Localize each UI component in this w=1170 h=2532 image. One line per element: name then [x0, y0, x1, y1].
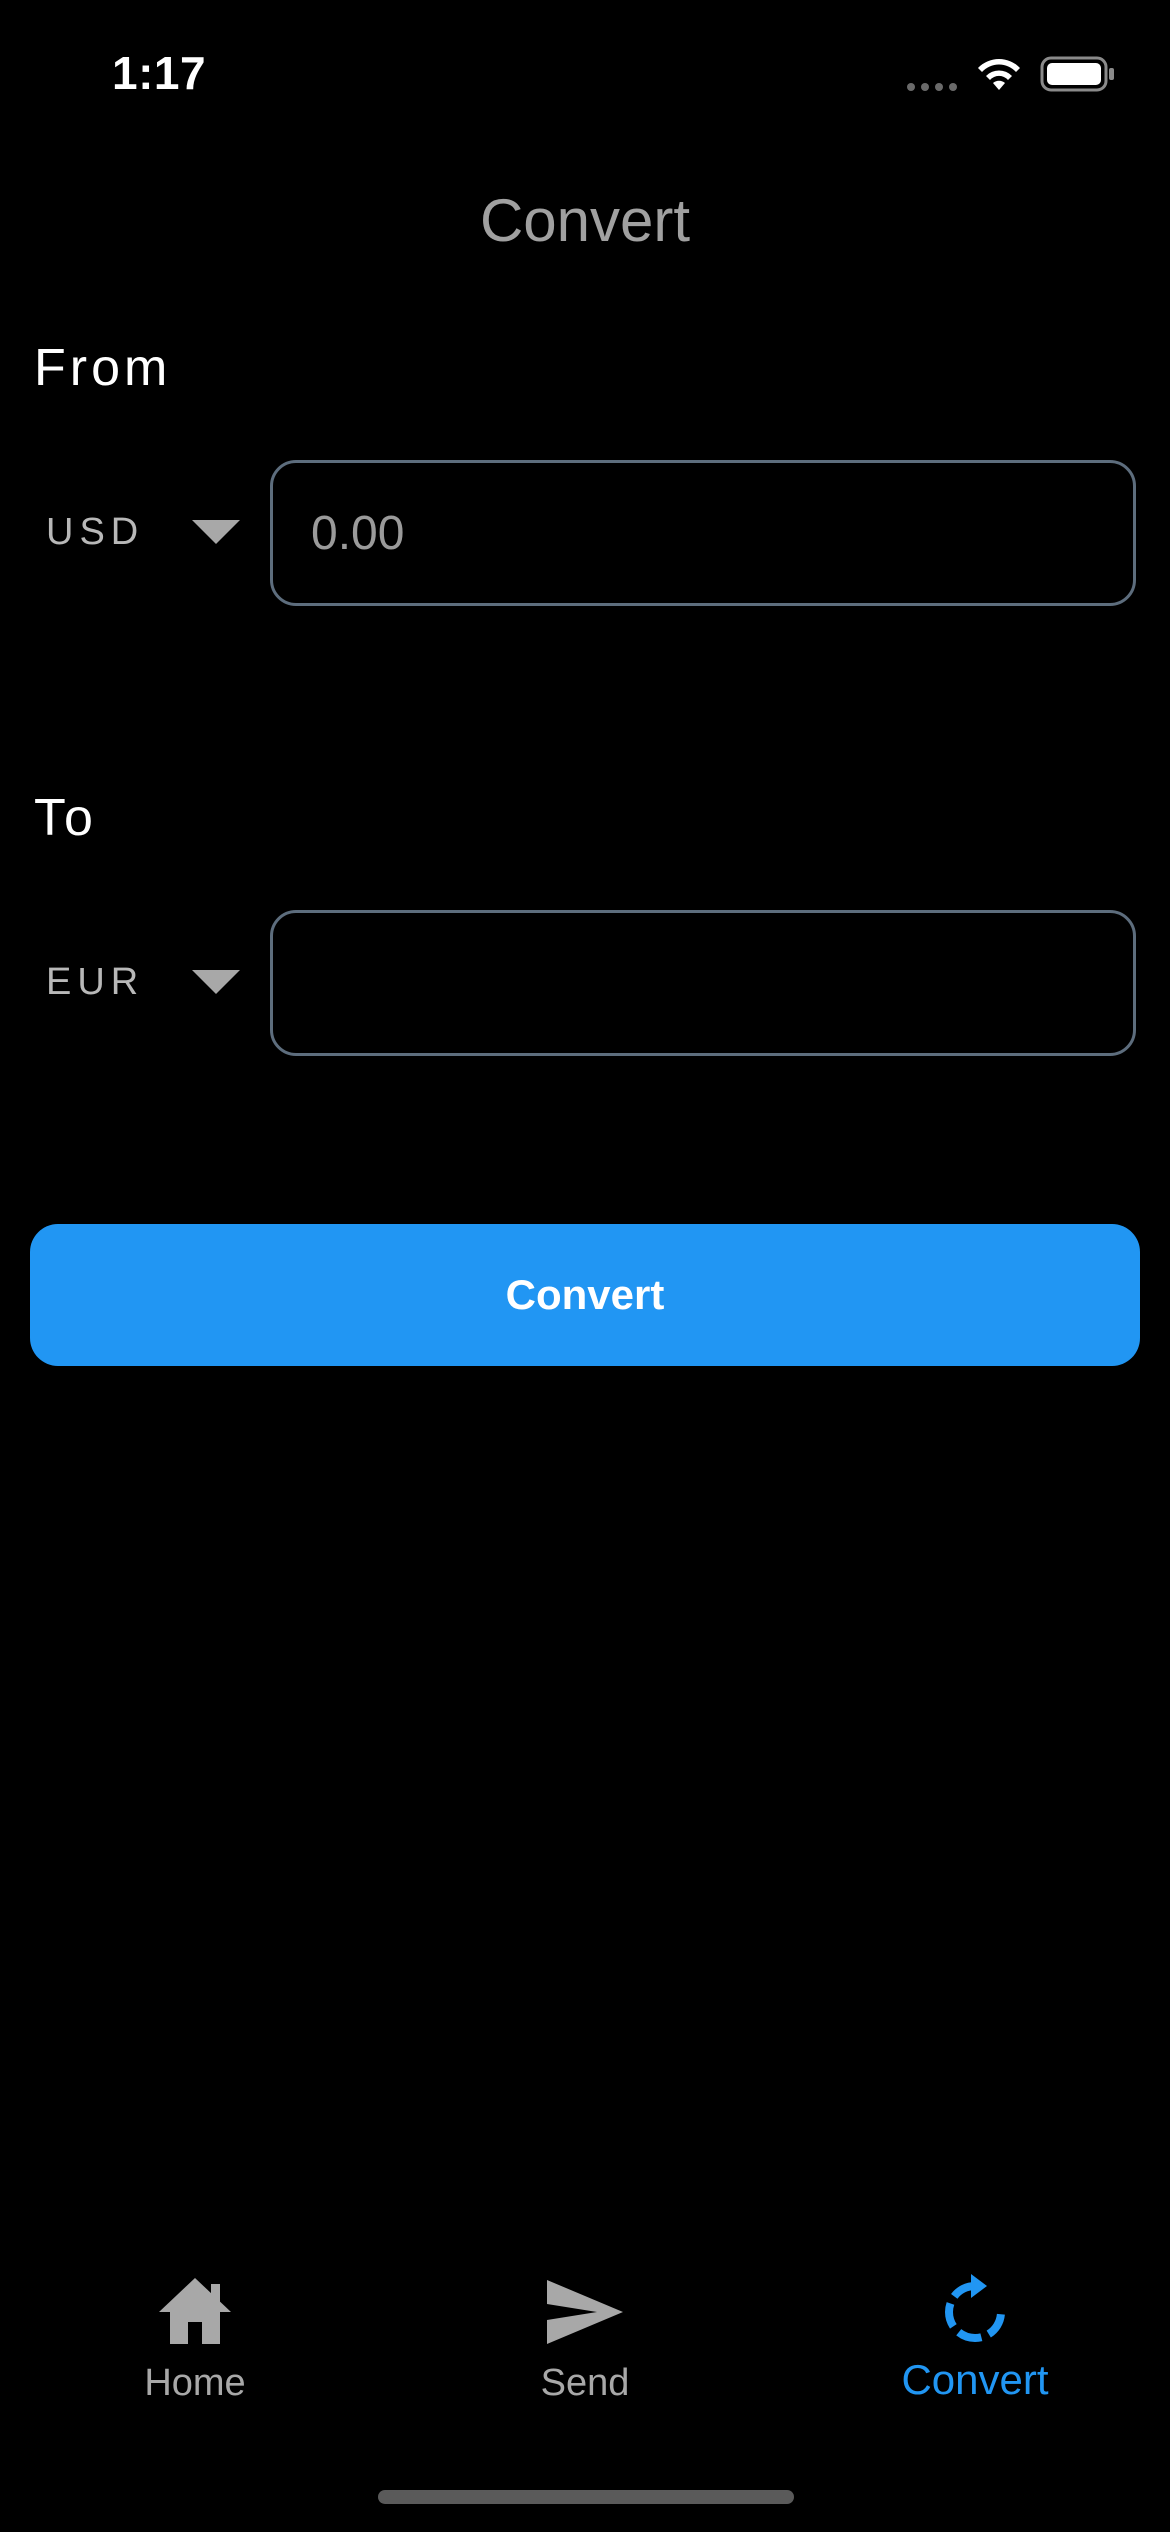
chevron-down-icon — [192, 520, 240, 544]
from-currency-dropdown[interactable]: USD — [30, 482, 250, 582]
from-label: From — [34, 339, 172, 397]
wifi-icon — [978, 59, 1020, 90]
status-bar: 1:17 — [0, 0, 1170, 150]
home-indicator[interactable] — [378, 2490, 794, 2504]
tab-label: Home — [144, 2362, 246, 2404]
home-icon — [159, 2278, 231, 2344]
send-icon — [547, 2280, 623, 2344]
tab-label: Convert — [901, 2356, 1049, 2403]
battery-icon — [1040, 56, 1114, 92]
convert-button[interactable]: Convert — [30, 1224, 1140, 1366]
tab-convert[interactable]: Convert — [780, 2250, 1170, 2430]
tab-send[interactable]: Send — [390, 2250, 780, 2430]
cellular-signal-icon — [907, 83, 957, 91]
refresh-icon — [945, 2274, 1005, 2342]
to-label: To — [34, 789, 97, 847]
from-amount-input[interactable] — [309, 504, 1097, 562]
chevron-down-icon — [192, 970, 240, 994]
to-amount-field[interactable] — [270, 910, 1136, 1056]
from-amount-field[interactable] — [270, 460, 1136, 606]
status-time: 1:17 — [112, 47, 207, 99]
to-amount-input[interactable] — [309, 954, 1097, 1012]
tab-home[interactable]: Home — [0, 2250, 390, 2430]
from-currency-code: USD — [46, 510, 145, 553]
to-currency-code: EUR — [46, 960, 145, 1003]
tab-label: Send — [540, 2362, 630, 2404]
tab-bar: Home Send Convert — [0, 2250, 1170, 2430]
page-title: Convert — [479, 187, 691, 254]
to-currency-dropdown[interactable]: EUR — [30, 932, 250, 1032]
